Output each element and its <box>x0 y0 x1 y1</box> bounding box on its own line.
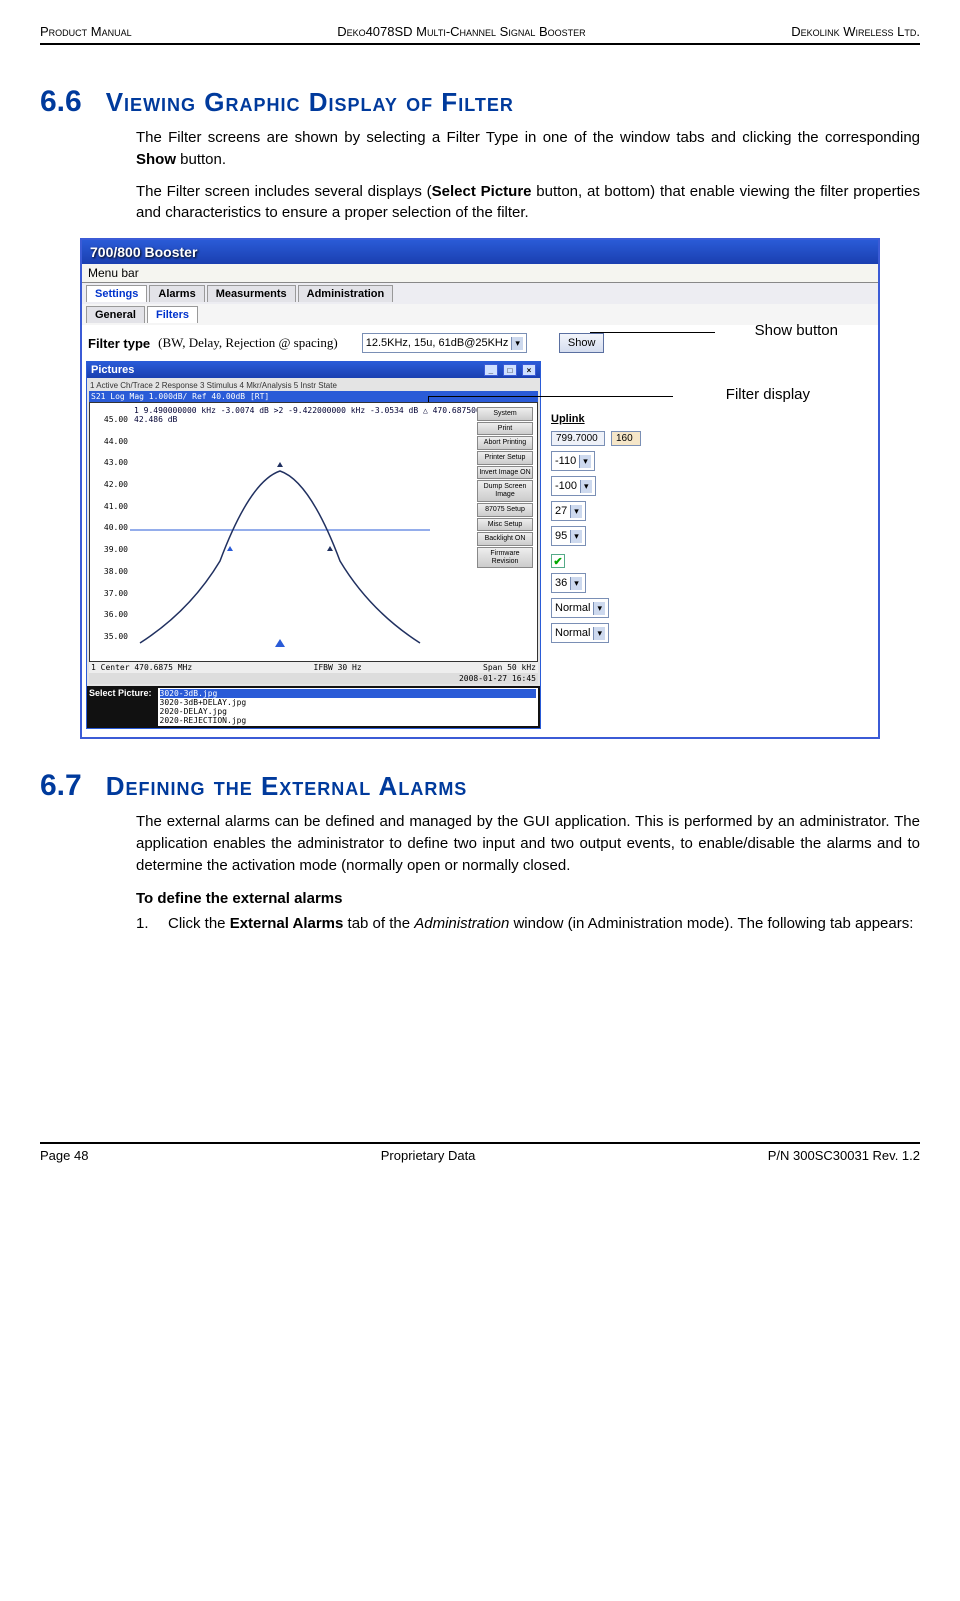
pictures-window: Pictures _ □ × 1 Active Ch/Trace 2 Respo… <box>86 361 541 729</box>
maximize-icon[interactable]: □ <box>503 364 517 376</box>
text: The Filter screen includes several displ… <box>136 183 432 200</box>
side-btn[interactable]: Abort Printing <box>477 436 533 450</box>
list-item[interactable]: 3020-3dB+DELAY.jpg <box>160 698 536 707</box>
uplink-combo[interactable]: -100▾ <box>551 476 596 496</box>
footer-page: Page 48 <box>40 1148 88 1163</box>
section-title-67: Defining the External Alarms <box>106 771 468 802</box>
text: window (in Administration mode). The fol… <box>509 915 913 932</box>
graph-center: 1 Center 470.6875 MHz <box>91 663 192 672</box>
response-curve <box>130 411 430 649</box>
side-btn[interactable]: Misc Setup <box>477 518 533 532</box>
callout-line <box>590 332 715 333</box>
tab-administration[interactable]: Administration <box>298 285 394 302</box>
section-66-body: The Filter screens are shown by selectin… <box>136 127 920 224</box>
list-item[interactable]: 3020-3dB.jpg <box>160 689 536 698</box>
checkbox-icon[interactable]: ✔ <box>551 554 565 568</box>
show-button[interactable]: Show <box>559 333 605 353</box>
callout-show-button: Show button <box>755 322 838 339</box>
subtab-general[interactable]: General <box>86 306 145 323</box>
app-screenshot: Show button Filter display 700/800 Boost… <box>80 238 880 739</box>
graph-span: Span 50 kHz <box>483 663 536 672</box>
chevron-down-icon[interactable]: ▾ <box>511 337 523 350</box>
subheading: To define the external alarms <box>136 890 920 907</box>
uplink-panel: Uplink 799.7000 160 -110▾ -100▾ 27▾ 95▾ … <box>551 413 641 729</box>
text-bold: Show <box>136 151 176 168</box>
filter-type-hint: (BW, Delay, Rejection @ spacing) <box>158 335 338 351</box>
list-item[interactable]: 2020-REJECTION.jpg <box>160 716 536 725</box>
filter-response-chart: 1 9.490000000 kHz -3.0074 dB >2 -9.42200… <box>89 402 538 662</box>
side-btn[interactable]: Printer Setup <box>477 451 533 465</box>
text: The Filter screens are shown by selectin… <box>136 129 920 146</box>
side-btn[interactable]: System <box>477 407 533 421</box>
side-btn[interactable]: Firmware Revision <box>477 547 533 568</box>
uplink-combo[interactable]: Normal▾ <box>551 623 609 643</box>
side-btn[interactable]: Invert Image ON <box>477 466 533 480</box>
side-btn[interactable]: Dump Screen Image <box>477 480 533 501</box>
graph-menu: 1 Active Ch/Trace 2 Response 3 Stimulus … <box>89 380 538 391</box>
chevron-down-icon[interactable]: ▾ <box>570 505 582 518</box>
minimize-icon[interactable]: _ <box>484 364 498 376</box>
chevron-down-icon[interactable]: ▾ <box>593 627 605 640</box>
uplink-heading: Uplink <box>551 413 641 425</box>
side-btn[interactable]: 87075 Setup <box>477 503 533 517</box>
step-number: 1. <box>136 915 156 932</box>
text-italic: Administration <box>414 915 509 932</box>
menubar[interactable]: Menu bar <box>82 264 878 283</box>
header-center: Deko4078SD Multi-Channel Signal Booster <box>337 24 585 39</box>
select-picture-label: Select Picture: <box>89 688 158 726</box>
y-axis-labels: 45.0044.0043.0042.0041.0040.0039.0038.00… <box>92 415 128 641</box>
uplink-freq-field[interactable]: 799.7000 <box>551 431 605 446</box>
side-btn[interactable]: Backlight ON <box>477 532 533 546</box>
pictures-title: Pictures <box>91 364 134 376</box>
chevron-down-icon[interactable]: ▾ <box>593 602 605 615</box>
graph-timestamp: 2008-01-27 16:45 <box>89 673 538 684</box>
uplink-160-field[interactable]: 160 <box>611 431 641 446</box>
callout-filter-display: Filter display <box>726 386 810 403</box>
footer-center: Proprietary Data <box>381 1148 476 1163</box>
step-1: 1. Click the External Alarms tab of the … <box>136 915 920 932</box>
uplink-combo[interactable]: 95▾ <box>551 526 586 546</box>
list-item[interactable]: 2020-DELAY.jpg <box>160 707 536 716</box>
text: button. <box>176 151 226 168</box>
text-bold: Select Picture <box>432 183 532 200</box>
uplink-combo[interactable]: 27▾ <box>551 501 586 521</box>
chevron-down-icon[interactable]: ▾ <box>580 480 592 493</box>
window-titlebar: 700/800 Booster <box>82 240 878 264</box>
chevron-down-icon[interactable]: ▾ <box>579 455 591 468</box>
instrument-side-buttons: System Print Abort Printing Printer Setu… <box>477 407 533 568</box>
text: The external alarms can be defined and m… <box>136 811 920 876</box>
side-btn[interactable]: Print <box>477 422 533 436</box>
text: Click the <box>168 915 230 932</box>
filter-type-combo[interactable]: 12.5KHz, 15u, 61dB@25KHz ▾ <box>362 333 527 353</box>
text: tab of the <box>343 915 414 932</box>
header-left: Product Manual <box>40 24 132 39</box>
tab-alarms[interactable]: Alarms <box>149 285 204 302</box>
uplink-combo[interactable]: -110▾ <box>551 451 595 471</box>
combo-value: 12.5KHz, 15u, 61dB@25KHz <box>366 337 509 349</box>
uplink-combo[interactable]: Normal▾ <box>551 598 609 618</box>
subtab-filters[interactable]: Filters <box>147 306 198 323</box>
section-67-body: The external alarms can be defined and m… <box>136 811 920 876</box>
section-number-67: 6.7 <box>40 769 82 803</box>
uplink-combo[interactable]: 36▾ <box>551 573 586 593</box>
picture-file-list[interactable]: 3020-3dB.jpg 3020-3dB+DELAY.jpg 2020-DEL… <box>158 688 538 726</box>
section-title-66: Viewing Graphic Display of Filter <box>106 87 514 118</box>
tab-measurements[interactable]: Measurments <box>207 285 296 302</box>
chevron-down-icon[interactable]: ▾ <box>570 530 582 543</box>
callout-line <box>428 396 673 397</box>
footer-pn: P/N 300SC30031 Rev. 1.2 <box>768 1148 920 1163</box>
filter-type-label: Filter type <box>88 336 150 351</box>
tab-settings[interactable]: Settings <box>86 285 147 302</box>
section-number-66: 6.6 <box>40 85 82 119</box>
text-bold: External Alarms <box>230 915 344 932</box>
close-icon[interactable]: × <box>522 364 536 376</box>
header-right: Dekolink Wireless Ltd. <box>791 24 920 39</box>
graph-ifbw: IFBW 30 Hz <box>314 663 362 672</box>
chevron-down-icon[interactable]: ▾ <box>570 577 582 590</box>
